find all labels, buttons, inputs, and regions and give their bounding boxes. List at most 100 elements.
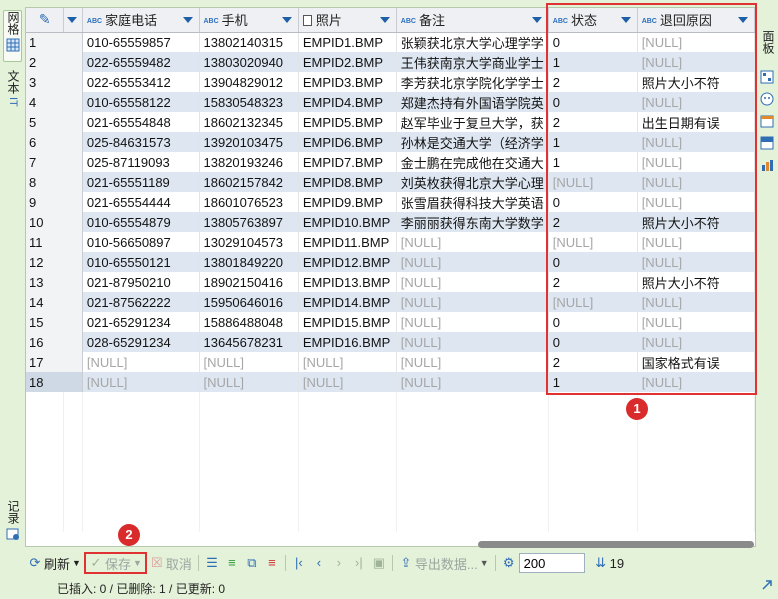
- table-cell[interactable]: 021-65554444: [82, 192, 200, 212]
- table-cell[interactable]: [NULL]: [396, 292, 549, 312]
- table-cell[interactable]: 照片大小不符: [637, 212, 755, 232]
- column-header-notes[interactable]: ABC 备注: [396, 8, 549, 33]
- table-cell[interactable]: 025-87119093: [82, 152, 200, 172]
- table-cell[interactable]: 照片大小不符: [637, 272, 755, 292]
- table-cell[interactable]: 18602132345: [199, 112, 299, 132]
- table-cell[interactable]: 13801849220: [199, 252, 299, 272]
- fetch-size-input[interactable]: [518, 553, 585, 573]
- table-cell[interactable]: [NULL]: [396, 352, 549, 372]
- table-cell[interactable]: [NULL]: [637, 32, 755, 52]
- column-menu-header[interactable]: [63, 8, 83, 33]
- table-cell[interactable]: [NULL]: [396, 232, 549, 252]
- table-cell[interactable]: EMPID10.BMP: [298, 212, 397, 232]
- first-page-button[interactable]: |‹: [289, 552, 309, 574]
- table-cell[interactable]: [NULL]: [637, 152, 755, 172]
- table-cell[interactable]: 1: [548, 132, 638, 152]
- table-cell[interactable]: 2: [548, 272, 638, 292]
- table-row[interactable]: 15 021-65291234 15886488048 EMPID15.BMP [NUL…: [26, 312, 755, 332]
- row-number[interactable]: 4: [26, 92, 83, 112]
- row-number[interactable]: 5: [26, 112, 83, 132]
- column-header-mobile[interactable]: ABC 手机: [199, 8, 299, 33]
- table-cell[interactable]: 出生日期有误: [637, 112, 755, 132]
- table-row[interactable]: 1 010-65559857 13802140315 EMPID1.BMP 张颖获北京大…: [26, 32, 755, 52]
- table-cell[interactable]: 13802140315: [199, 32, 299, 52]
- table-cell[interactable]: 010-56650897: [82, 232, 200, 252]
- table-cell[interactable]: 张颖获北京大学心理学学: [396, 32, 549, 52]
- table-row[interactable]: 5 021-65554848 18602132345 EMPID5.BMP 赵军毕业于复…: [26, 112, 755, 132]
- row-number[interactable]: 13: [26, 272, 83, 292]
- column-header-home-phone[interactable]: ABC 家庭电话: [82, 8, 200, 33]
- table-cell[interactable]: EMPID14.BMP: [298, 292, 397, 312]
- table-cell[interactable]: [NULL]: [396, 372, 549, 392]
- table-cell[interactable]: [NULL]: [298, 372, 397, 392]
- table-cell[interactable]: 1: [548, 152, 638, 172]
- table-cell[interactable]: 15886488048: [199, 312, 299, 332]
- last-page-button[interactable]: ›|: [349, 552, 369, 574]
- calendar-icon[interactable]: [760, 114, 774, 128]
- table-row[interactable]: 16 028-65291234 13645678231 EMPID16.BMP [NUL…: [26, 332, 755, 352]
- table-cell[interactable]: 022-65559482: [82, 52, 200, 72]
- table-row[interactable]: 6 025-84631573 13920103475 EMPID6.BMP 孙林是交通大…: [26, 132, 755, 152]
- chart-icon[interactable]: [760, 158, 774, 172]
- table-cell[interactable]: 010-65559857: [82, 32, 200, 52]
- table-cell[interactable]: 2: [548, 212, 638, 232]
- table-cell[interactable]: [NULL]: [548, 232, 638, 252]
- table-cell[interactable]: EMPID8.BMP: [298, 172, 397, 192]
- table-row[interactable]: 10 010-65554879 13805763897 EMPID10.BMP 李丽丽获…: [26, 212, 755, 232]
- table-cell[interactable]: 021-87950210: [82, 272, 200, 292]
- table-cell[interactable]: EMPID11.BMP: [298, 232, 397, 252]
- table-cell[interactable]: 刘英枚获得北京大学心理: [396, 172, 549, 192]
- horizontal-scrollbar[interactable]: [478, 541, 754, 548]
- table-cell[interactable]: 1: [548, 372, 638, 392]
- table-cell[interactable]: [NULL]: [637, 312, 755, 332]
- table-cell[interactable]: [NULL]: [637, 172, 755, 192]
- table-cell[interactable]: [NULL]: [637, 92, 755, 112]
- settings-button[interactable]: ⚙: [499, 552, 519, 574]
- table-cell[interactable]: [NULL]: [199, 372, 299, 392]
- tab-text[interactable]: 文本 IT: [3, 70, 22, 120]
- table-cell[interactable]: 13803020940: [199, 52, 299, 72]
- table-cell[interactable]: 1: [548, 52, 638, 72]
- table-cell[interactable]: EMPID4.BMP: [298, 92, 397, 112]
- sort-dropdown-icon[interactable]: [281, 17, 292, 23]
- table-cell[interactable]: EMPID5.BMP: [298, 112, 397, 132]
- table-row[interactable]: 3 022-65553412 13904829012 EMPID3.BMP 李芳获北京学…: [26, 72, 755, 92]
- table-cell[interactable]: 021-87562222: [82, 292, 200, 312]
- table-cell[interactable]: 2: [548, 352, 638, 372]
- save-button[interactable]: ✓ 保存 ▼: [83, 552, 147, 574]
- edit-row-button[interactable]: ☰: [202, 552, 222, 574]
- row-number[interactable]: 10: [26, 212, 83, 232]
- sort-dropdown-icon[interactable]: [531, 17, 542, 23]
- table-cell[interactable]: [NULL]: [637, 52, 755, 72]
- table-cell[interactable]: EMPID16.BMP: [298, 332, 397, 352]
- table-row[interactable]: 13 021-87950210 18902150416 EMPID13.BMP [NUL…: [26, 272, 755, 292]
- row-number[interactable]: 8: [26, 172, 83, 192]
- table-cell[interactable]: 010-65558122: [82, 92, 200, 112]
- table-cell[interactable]: 18902150416: [199, 272, 299, 292]
- table-cell[interactable]: EMPID3.BMP: [298, 72, 397, 92]
- table-row[interactable]: 11 010-56650897 13029104573 EMPID11.BMP [NUL…: [26, 232, 755, 252]
- add-row-button[interactable]: ≡: [222, 552, 242, 574]
- table-cell[interactable]: 021-65551189: [82, 172, 200, 192]
- column-header-status[interactable]: ABC 状态: [548, 8, 638, 33]
- row-number[interactable]: 16: [26, 332, 83, 352]
- table-row[interactable]: 14 021-87562222 15950646016 EMPID14.BMP [NUL…: [26, 292, 755, 312]
- expand-icon[interactable]: [760, 578, 774, 592]
- table-cell[interactable]: EMPID15.BMP: [298, 312, 397, 332]
- table-cell[interactable]: 照片大小不符: [637, 72, 755, 92]
- table-cell[interactable]: [NULL]: [82, 372, 200, 392]
- copy-row-button[interactable]: ⧉: [242, 552, 262, 574]
- next-page-button[interactable]: ›: [329, 552, 349, 574]
- table-cell[interactable]: 18602157842: [199, 172, 299, 192]
- table-cell[interactable]: 028-65291234: [82, 332, 200, 352]
- table-cell[interactable]: 022-65553412: [82, 72, 200, 92]
- table-row[interactable]: 7 025-87119093 13820193246 EMPID7.BMP 金士鹏在完成…: [26, 152, 755, 172]
- table-cell[interactable]: 0: [548, 192, 638, 212]
- table-cell[interactable]: EMPID13.BMP: [298, 272, 397, 292]
- table-cell[interactable]: [NULL]: [637, 332, 755, 352]
- table-cell[interactable]: 13805763897: [199, 212, 299, 232]
- table-cell[interactable]: [NULL]: [548, 292, 638, 312]
- table-cell[interactable]: 2: [548, 72, 638, 92]
- table-cell[interactable]: EMPID9.BMP: [298, 192, 397, 212]
- tab-grid[interactable]: 网格: [3, 10, 22, 62]
